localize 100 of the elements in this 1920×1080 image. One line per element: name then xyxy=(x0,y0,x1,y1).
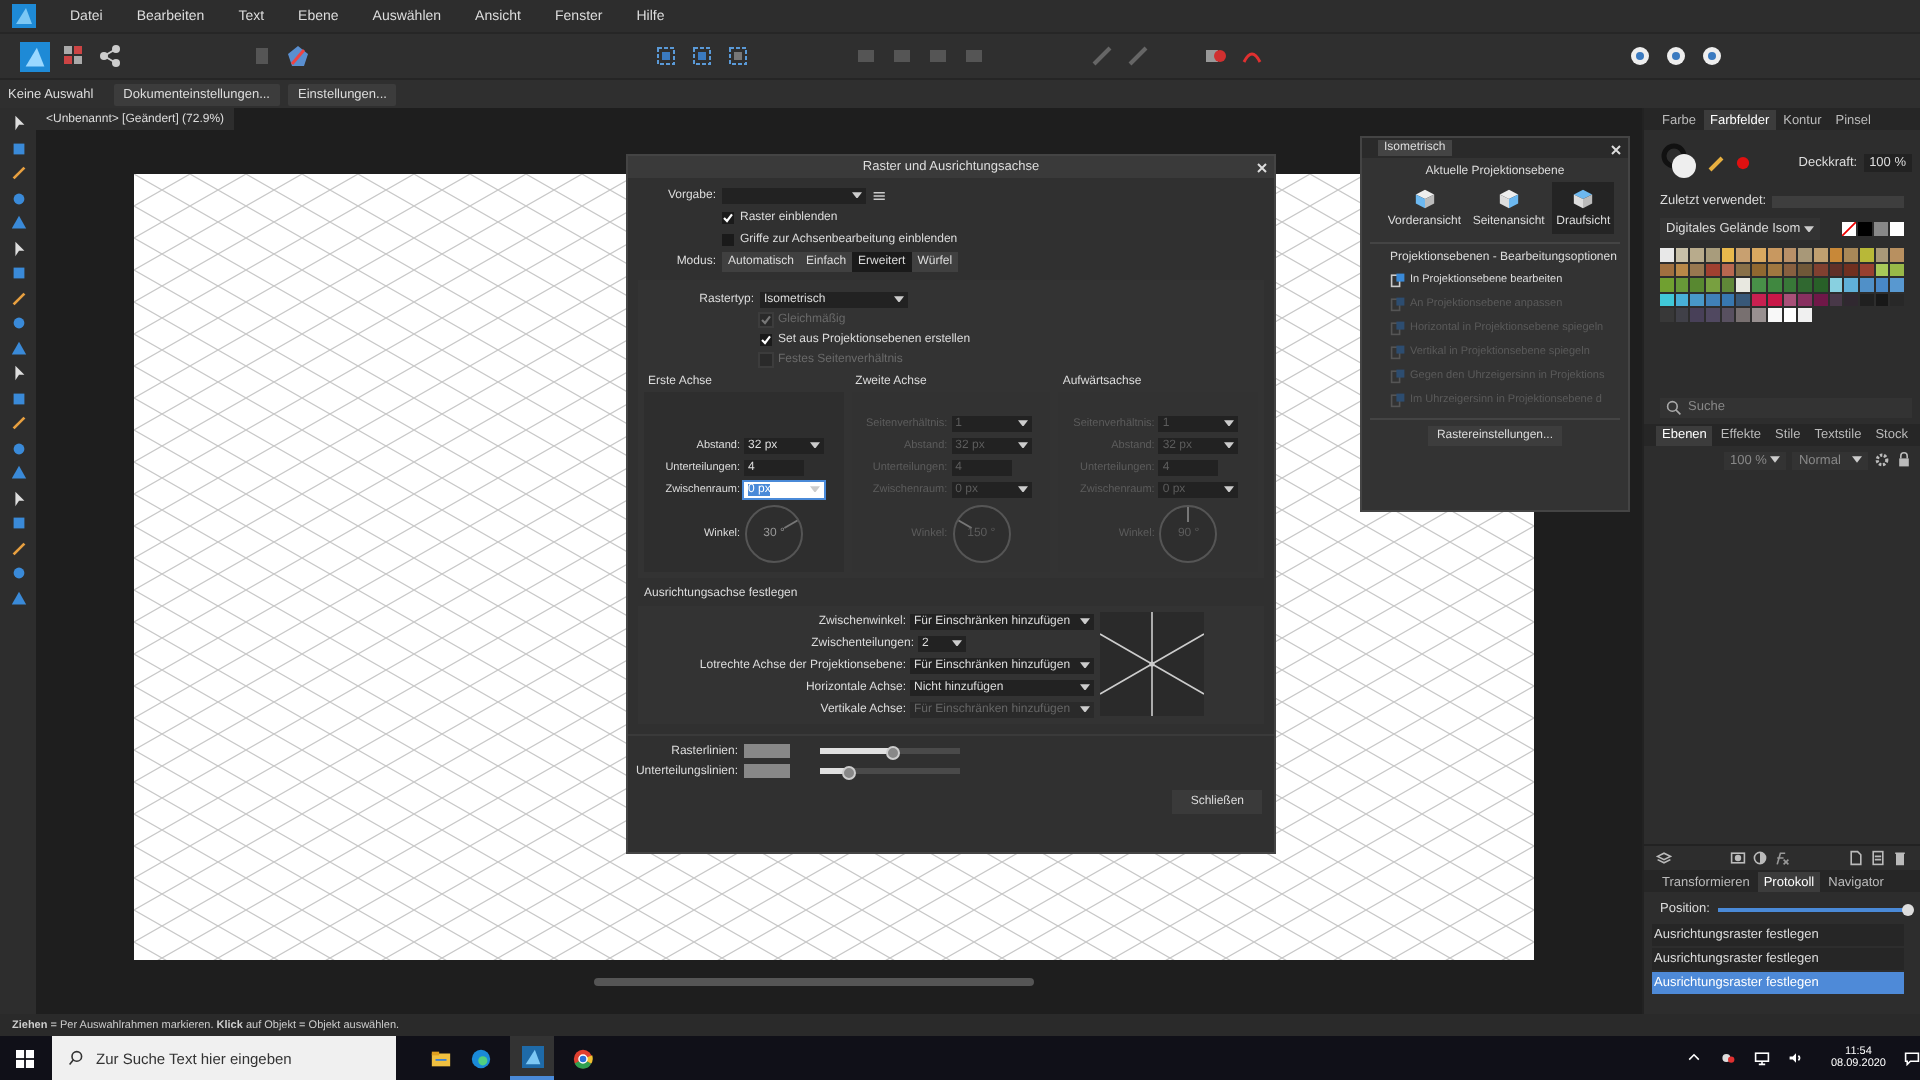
color-swatch[interactable] xyxy=(1890,263,1904,276)
color-swatch[interactable] xyxy=(1690,308,1705,321)
color-swatch[interactable] xyxy=(1675,293,1689,306)
color-swatch[interactable] xyxy=(1752,278,1766,291)
layers-icon[interactable] xyxy=(1656,850,1672,866)
lock-icon[interactable] xyxy=(1896,452,1912,468)
color-swatch[interactable] xyxy=(1660,278,1674,291)
color-swatch[interactable] xyxy=(1767,248,1781,261)
color-swatch[interactable] xyxy=(1752,293,1766,306)
no-color-icon[interactable] xyxy=(1842,222,1856,236)
transform-icon[interactable] xyxy=(1126,44,1150,68)
folder-icon[interactable] xyxy=(430,1047,452,1069)
color-swatch[interactable] xyxy=(1660,263,1674,276)
color-swatch[interactable] xyxy=(1690,248,1705,261)
color-swatch[interactable] xyxy=(1798,308,1812,321)
color-swatch[interactable] xyxy=(1890,278,1904,291)
close-button[interactable] xyxy=(1254,160,1268,174)
snapping-icon[interactable] xyxy=(654,44,678,68)
color-swatch[interactable] xyxy=(1844,278,1858,291)
color-swatch[interactable] xyxy=(1660,248,1674,261)
line-color-swatch[interactable] xyxy=(744,764,790,778)
current-color-icon[interactable] xyxy=(1736,155,1750,169)
color-swatch[interactable] xyxy=(1829,248,1843,261)
color-swatch[interactable] xyxy=(1798,278,1812,291)
color-swatch[interactable] xyxy=(1706,263,1720,276)
color-swatch[interactable] xyxy=(1721,263,1735,276)
color-swatch[interactable] xyxy=(1829,278,1843,291)
snapping-icon[interactable] xyxy=(726,44,750,68)
color-swatch[interactable] xyxy=(1783,278,1797,291)
color-swatch[interactable] xyxy=(1875,248,1889,261)
color-swatch[interactable] xyxy=(1813,248,1828,261)
pentagon-icon[interactable] xyxy=(286,44,310,68)
color-swatch[interactable] xyxy=(1859,293,1874,306)
chrome-icon[interactable] xyxy=(572,1047,594,1069)
color-swatch[interactable] xyxy=(1783,308,1797,321)
color-swatch[interactable] xyxy=(1767,263,1781,276)
color-swatch[interactable] xyxy=(1752,248,1766,261)
color-swatch[interactable] xyxy=(1736,278,1751,291)
color-swatch[interactable] xyxy=(1736,248,1751,261)
color-swatch[interactable] xyxy=(1675,278,1689,291)
color-swatch[interactable] xyxy=(1798,293,1812,306)
color-swatch[interactable] xyxy=(1690,263,1705,276)
browser-edge-icon[interactable] xyxy=(470,1047,492,1069)
color-swatch[interactable] xyxy=(1798,248,1812,261)
taskbar-app-button[interactable] xyxy=(510,1036,554,1080)
color-swatch[interactable] xyxy=(1813,263,1828,276)
notification-icon[interactable] xyxy=(1904,1050,1920,1066)
color-swatch[interactable] xyxy=(1690,278,1705,291)
color-swatch[interactable] xyxy=(1721,248,1735,261)
settings-icon[interactable] xyxy=(1874,452,1890,468)
boolean-icon[interactable] xyxy=(1204,44,1228,68)
speaker-icon[interactable] xyxy=(1788,1050,1805,1066)
color-swatch[interactable] xyxy=(1736,293,1751,306)
color-swatch[interactable] xyxy=(1783,248,1797,261)
color-swatch[interactable] xyxy=(1767,293,1781,306)
color-swatch[interactable] xyxy=(1752,308,1766,321)
color-swatch[interactable] xyxy=(1783,263,1797,276)
color-swatch[interactable] xyxy=(1675,308,1689,321)
color-swatch[interactable] xyxy=(1890,248,1904,261)
page-icon[interactable] xyxy=(1848,850,1864,866)
color-swatch[interactable] xyxy=(1890,293,1904,306)
opacity-slider[interactable] xyxy=(820,748,893,754)
color-swatch[interactable] xyxy=(1721,278,1735,291)
color-swatch[interactable] xyxy=(1859,263,1874,276)
color-swatch[interactable] xyxy=(1859,248,1874,261)
color-swatch[interactable] xyxy=(1844,248,1858,261)
fill-stroke-icon[interactable] xyxy=(1660,142,1700,182)
cloud-icon[interactable] xyxy=(1720,1050,1737,1066)
color-swatch[interactable] xyxy=(1829,263,1843,276)
transform-icon[interactable] xyxy=(1090,44,1114,68)
color-swatch[interactable] xyxy=(1706,248,1720,261)
color-swatch[interactable] xyxy=(1813,293,1828,306)
color-swatch[interactable] xyxy=(1706,308,1720,321)
designer-persona-icon[interactable] xyxy=(20,41,50,71)
color-swatch[interactable] xyxy=(1721,308,1735,321)
color-swatch[interactable] xyxy=(1813,278,1828,291)
share-icon[interactable] xyxy=(98,44,122,68)
color-swatch[interactable] xyxy=(1752,263,1766,276)
color-swatch[interactable] xyxy=(1675,248,1689,261)
trash-icon[interactable] xyxy=(1892,850,1908,866)
color-swatch[interactable] xyxy=(1798,263,1812,276)
color-swatch[interactable] xyxy=(1875,293,1889,306)
fx-icon[interactable] xyxy=(1774,850,1790,866)
color-swatch[interactable] xyxy=(1783,293,1797,306)
color-swatch[interactable] xyxy=(1660,293,1674,306)
color-swatch[interactable] xyxy=(1875,278,1889,291)
color-swatch[interactable] xyxy=(1721,293,1735,306)
network-icon[interactable] xyxy=(1754,1050,1771,1066)
color-swatch[interactable] xyxy=(1844,263,1858,276)
close-button[interactable] xyxy=(1608,142,1622,156)
color-swatch[interactable] xyxy=(1875,263,1889,276)
color-swatch[interactable] xyxy=(1767,308,1781,321)
adjustment-icon[interactable] xyxy=(1752,850,1768,866)
menu-icon[interactable] xyxy=(872,187,888,203)
color-swatch[interactable] xyxy=(1844,293,1858,306)
color-swatch[interactable] xyxy=(1736,308,1751,321)
color-swatch[interactable] xyxy=(1767,278,1781,291)
color-swatch[interactable] xyxy=(1660,308,1674,321)
color-swatch[interactable] xyxy=(1675,263,1689,276)
color-swatch[interactable] xyxy=(1706,293,1720,306)
